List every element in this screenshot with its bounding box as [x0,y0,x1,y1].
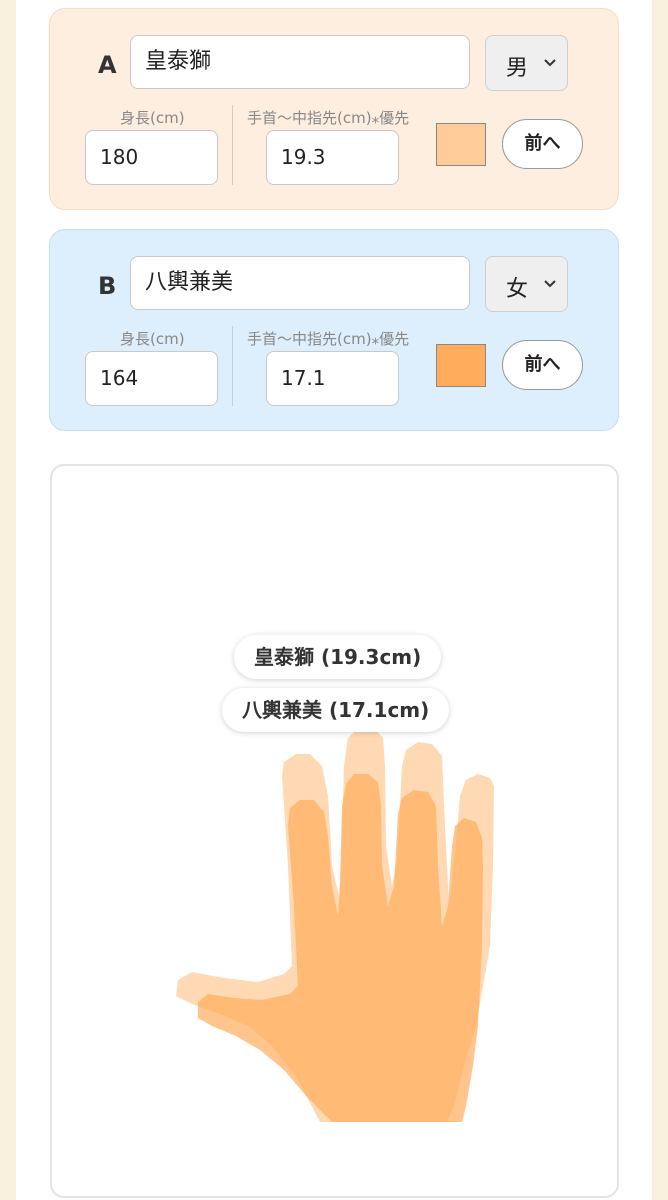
person-a-gender-value: 男 [506,56,529,81]
person-a-front-button[interactable]: 前へ [502,119,583,169]
person-a-card: A 皇泰獅 男 身長(cm) 手首〜中指先(cm)⁎優先 180 19.3 前へ [49,8,619,210]
person-b-hand-label-pill: 八輿兼美 (17.1cm) [222,688,450,732]
divider [232,326,233,406]
person-b-height-input[interactable]: 164 [85,351,218,406]
hand-illustration [176,728,494,1122]
chevron-down-icon [544,280,556,288]
person-a-height-input[interactable]: 180 [85,130,218,185]
person-b-card: B 八輿兼美 女 身長(cm) 手首〜中指先(cm)⁎優先 164 17.1 前… [49,229,619,431]
divider [232,105,233,185]
person-a-hand-input[interactable]: 19.3 [266,130,399,185]
person-a-gender-select[interactable]: 男 [485,35,568,91]
person-b-gender-value: 女 [506,277,529,302]
person-a-letter: A [98,51,117,79]
person-a-hand-label-pill: 皇泰獅 (19.3cm) [234,635,442,679]
hand-comparison-canvas: 皇泰獅 (19.3cm) 八輿兼美 (17.1cm) [50,464,619,1198]
person-b-name-input[interactable]: 八輿兼美 [130,256,470,310]
person-b-height-label: 身長(cm) [120,330,185,348]
chevron-down-icon [544,59,556,67]
person-b-letter: B [98,272,117,300]
person-a-color-swatch[interactable] [436,123,486,166]
person-b-front-button[interactable]: 前へ [502,340,583,390]
person-b-gender-select[interactable]: 女 [485,256,568,312]
person-b-color-swatch[interactable] [436,344,486,387]
page: A 皇泰獅 男 身長(cm) 手首〜中指先(cm)⁎優先 180 19.3 前へ… [16,0,652,1200]
person-b-hand-input[interactable]: 17.1 [266,351,399,406]
person-a-height-label: 身長(cm) [120,109,185,127]
person-a-name-input[interactable]: 皇泰獅 [130,35,470,89]
person-a-hand-label: 手首〜中指先(cm)⁎優先 [247,109,410,127]
person-b-hand-label: 手首〜中指先(cm)⁎優先 [247,330,410,348]
